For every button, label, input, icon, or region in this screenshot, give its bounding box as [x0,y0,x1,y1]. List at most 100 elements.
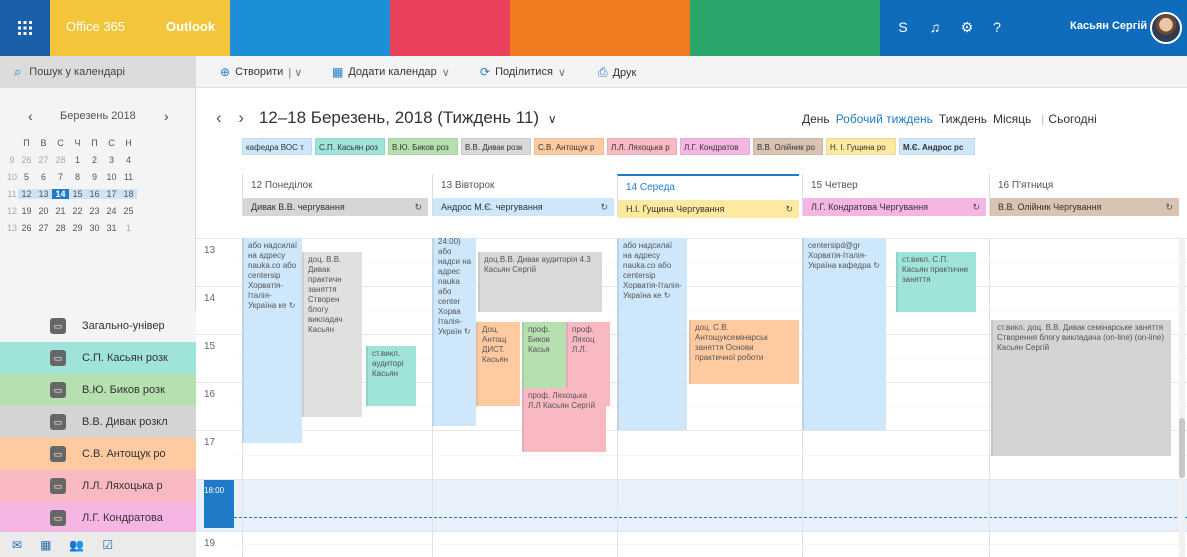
calendar-item[interactable]: ▭ В.В. Дивак розкл [0,406,196,438]
calendar-event[interactable]: ст.викл. доц. В.В. Дивак семінарське зан… [991,320,1171,456]
calendar-item[interactable]: ▭ Л.Л. Ляхоцька р [0,470,196,502]
all-day-event[interactable]: В.В. Олійник Чергування ↻ [990,198,1179,216]
calendar-item[interactable]: ▭ С.В. Антощук ро [0,438,196,470]
mini-calendar-day[interactable]: 12 [18,188,35,199]
search-input[interactable]: ⌕ Пошук у календарі [0,56,196,88]
mini-calendar-day[interactable]: 25 [120,206,137,216]
user-name[interactable]: Касьян Сергій [1070,20,1147,32]
calendar-filter-chip[interactable]: С.П. Касьян роз [315,138,385,155]
mini-calendar-day[interactable]: 7 [52,172,69,182]
skype-icon[interactable]: S [893,17,913,37]
calendar-event[interactable]: Доц. Антощ ДИСТ. Касьян [476,322,520,406]
avatar[interactable] [1150,12,1182,44]
calendar-filter-chip[interactable]: В.В. Дивак розк [461,138,531,155]
mini-calendar-day[interactable]: 26 [18,223,35,233]
tasks-icon[interactable]: ☑ [102,538,113,552]
mini-calendar-day[interactable]: 2 [86,155,103,165]
mini-calendar-day[interactable]: 26 [18,155,35,165]
day-column-header[interactable]: 14 Середа Н.І. Гущина Чергування ↻ [617,174,799,218]
calendar-event[interactable]: centersipd@gr Хорватія-Італія-Україна ка… [802,238,886,430]
day-column-header[interactable]: 13 Вівторок Андрос М.Є. чергування ↻ [432,174,614,216]
mini-calendar-day[interactable]: 27 [35,223,52,233]
mini-calendar-day[interactable]: 17 [103,188,120,199]
calendar-filter-chip[interactable]: С.В. Антощук р [534,138,604,155]
app-launcher-button[interactable] [0,0,50,56]
calendar-filter-chip[interactable]: В.Ю. Биков роз [388,138,458,155]
day-column-header[interactable]: 16 П'ятниця В.В. Олійник Чергування ↻ [989,174,1179,216]
calendar-event[interactable]: проф. Ляхоцька Л.Л Касьян Сергій [522,388,606,452]
calendar-item[interactable]: ▭ В.Ю. Биков розк [0,374,196,406]
calendar-item[interactable]: ▭ Л.Г. Кондратова [0,502,196,534]
gear-icon[interactable]: ⚙ [957,17,977,37]
mini-calendar-day[interactable]: 28 [52,155,69,165]
calendar-icon[interactable]: ▦ [40,538,51,552]
mini-calendar-day[interactable]: 14 [52,188,69,199]
calendar-filter-chip[interactable]: В.В. Олійник ро [753,138,823,155]
mail-icon[interactable]: ✉ [12,538,22,552]
mini-calendar-day[interactable]: 4 [120,155,137,165]
mini-calendar-day[interactable]: 22 [69,206,86,216]
calendar-filter-chip[interactable]: М.Є. Андрос рс [899,138,975,155]
mini-calendar-day[interactable]: 27 [35,155,52,165]
mini-calendar-day[interactable]: 23 [86,206,103,216]
bell-icon[interactable]: ♫ [925,17,945,37]
product-name[interactable]: Outlook [166,19,215,34]
mini-calendar-day[interactable]: 28 [52,223,69,233]
day-column-header[interactable]: 15 Четвер Л.Г. Кондратова Чергування ↻ [802,174,986,216]
mini-calendar-day[interactable]: 1 [69,155,86,165]
calendar-event[interactable]: доц. С.В. Антощуксемінарськ заняття Осно… [689,320,799,384]
day-column-header[interactable]: 12 Понеділок Дивак В.В. чергування ↻ [242,174,428,216]
calendar-filter-chip[interactable]: Л.Г. Кондратов [680,138,750,155]
mini-calendar-day[interactable]: 20 [35,206,52,216]
help-icon[interactable]: ? [987,17,1007,37]
mini-calendar-day[interactable]: 10 [103,172,120,182]
mini-calendar-day[interactable]: 18 [120,188,137,199]
add-calendar-button[interactable]: ▦ Додати календар ∨ [332,65,450,79]
mini-calendar-day[interactable]: 9 [86,172,103,182]
calendar-event[interactable]: доц. В.В. Дивак практичн заняття Створен… [302,252,362,417]
mini-calendar-day[interactable]: 1 [120,223,137,233]
calendar-filter-chip[interactable]: кафедра ВОС т [242,138,312,155]
view-tab[interactable]: Місяць [993,112,1031,126]
mini-calendar-day[interactable]: 31 [103,223,120,233]
prev-month-icon[interactable]: ‹ [28,108,33,124]
view-tab[interactable]: Сьогодні [1048,112,1096,126]
view-tab[interactable]: Тиждень [939,112,987,126]
view-tab[interactable]: День [802,112,830,126]
mini-calendar-day[interactable]: 29 [69,223,86,233]
calendar-item[interactable]: ▭ Загально-універ [0,310,196,342]
all-day-event[interactable]: Л.Г. Кондратова Чергування ↻ [803,198,986,216]
calendar-event[interactable]: ст.викл. С.П. Касьян практичне заняття [896,252,976,312]
next-week-icon[interactable]: › [238,108,244,127]
create-button[interactable]: ⊕ Створити | ∨ [220,65,302,79]
calendar-item[interactable]: ▭ С.П. Касьян розк [0,342,196,374]
mini-calendar-day[interactable]: 13 [35,188,52,199]
mini-calendar-day[interactable]: 16 [86,188,103,199]
mini-calendar-day[interactable]: 24 [103,206,120,216]
mini-calendar-day[interactable]: 21 [52,206,69,216]
calendar-filter-chip[interactable]: Н. І. Гущина ро [826,138,896,155]
mini-calendar-month[interactable]: Березень 2018 [60,110,136,122]
people-icon[interactable]: 👥 [69,538,84,552]
next-month-icon[interactable]: › [164,108,169,124]
mini-calendar-day[interactable]: 19 [18,206,35,216]
mini-calendar-day[interactable]: 8 [69,172,86,182]
calendar-event[interactable]: доц.В.В. Дивак аудиторія 4.3 Касьян Серг… [478,252,602,312]
view-tab[interactable]: Робочий тиждень [836,112,933,126]
mini-calendar-day[interactable]: 11 [120,172,137,182]
all-day-event[interactable]: Андрос М.Є. чергування ↻ [433,198,614,216]
mini-calendar-day[interactable]: 3 [103,155,120,165]
scrollbar-thumb[interactable] [1179,418,1185,478]
mini-calendar-day[interactable]: 6 [35,172,52,182]
mini-calendar-day[interactable]: 30 [86,223,103,233]
mini-calendar-day[interactable]: 15 [69,188,86,199]
all-day-event[interactable]: Н.І. Гущина Чергування ↻ [618,200,799,218]
calendar-event[interactable]: ст.викл. аудиторі Касьян [366,346,416,406]
mini-calendar-day[interactable]: 5 [18,172,35,182]
calendar-event[interactable]: або надсилаї на адресу nauka.co або cent… [617,238,687,430]
chevron-down-icon[interactable]: ∨ [548,112,557,126]
prev-week-icon[interactable]: ‹ [216,108,222,127]
calendar-event[interactable]: або надсилаї на адресу nauka.co або cent… [242,238,302,443]
scrollbar[interactable] [1179,238,1185,557]
all-day-event[interactable]: Дивак В.В. чергування ↻ [243,198,428,216]
